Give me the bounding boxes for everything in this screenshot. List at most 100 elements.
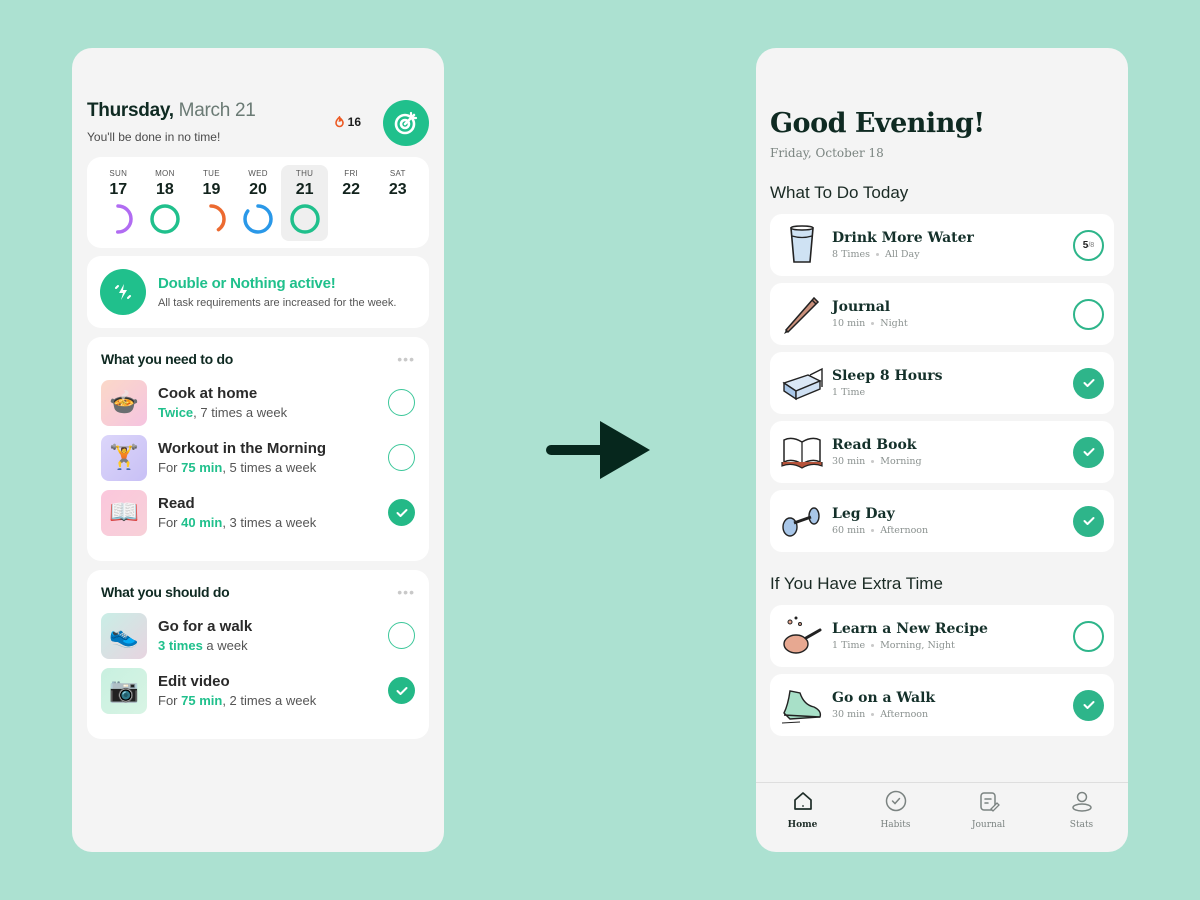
task-checkbox[interactable] [388, 622, 415, 649]
goals-button[interactable] [383, 100, 429, 146]
day-sat[interactable]: SAT 23 [374, 165, 421, 241]
sneaker-icon: 👟 [101, 612, 147, 659]
more-options-icon[interactable]: ••• [397, 351, 415, 367]
day-fri[interactable]: FRI 22 [328, 165, 375, 241]
task-item[interactable]: 🏋️ Workout in the Morning For 75 min, 5 … [101, 430, 415, 485]
streak-badge: 16 [334, 115, 361, 129]
left-app-screen: Thursday, March 21 You'll be done in no … [72, 48, 444, 852]
habit-meta: 30 min [832, 709, 866, 720]
habit-meta: Afternoon [880, 525, 929, 536]
today-section-heading: What To Do Today [770, 183, 909, 202]
task-checkbox[interactable] [388, 389, 415, 416]
count-total: /8 [1088, 241, 1095, 249]
camera-icon: 📷 [101, 667, 147, 714]
habit-meta-row: 1 Time [832, 387, 1073, 398]
task-item[interactable]: 🍲 Cook at home Twice, 7 times a week [101, 375, 415, 430]
day-sun[interactable]: SUN 17 [95, 165, 142, 241]
habit-meta: 10 min [832, 318, 866, 329]
task-name: Cook at home [158, 385, 258, 402]
freq-highlight: 75 min [181, 693, 223, 708]
date: Friday, October 18 [770, 146, 884, 160]
day-number: 21 [295, 181, 314, 198]
freq-suffix: , 3 times a week [222, 515, 317, 530]
flame-icon [334, 116, 344, 128]
header: Thursday, March 21 You'll be done in no … [87, 100, 429, 146]
date: March 21 [178, 100, 256, 121]
section-heading: What you should do [101, 584, 230, 600]
habit-name: Journal [832, 299, 891, 315]
checkmark-icon [1083, 448, 1094, 456]
habit-counter[interactable]: 5/8 [1073, 229, 1104, 261]
day-tue[interactable]: TUE 19 [188, 165, 235, 241]
habit-meta: All Day [884, 249, 920, 260]
task-checkbox[interactable] [388, 444, 415, 471]
day-progress-ring [289, 204, 320, 234]
weekday: Thursday, [87, 100, 174, 121]
habit-meta: Morning, Night [880, 640, 955, 651]
extra-section-heading: If You Have Extra Time [770, 574, 943, 593]
habit-card[interactable]: Learn a New Recipe 1 Time Morning, Night [770, 605, 1114, 667]
task-checkbox-checked[interactable] [388, 499, 415, 526]
task-checkbox-checked[interactable] [388, 677, 415, 704]
pencil-icon [780, 292, 824, 336]
freq-prefix: For [158, 693, 182, 708]
habit-card[interactable]: Drink More Water 8 Times All Day 5/8 [770, 214, 1114, 276]
day-number: 23 [388, 181, 407, 198]
tab-stats[interactable]: Stats [1035, 783, 1128, 852]
task-item[interactable]: 📷 Edit video For 75 min, 2 times a week [101, 663, 415, 718]
cooking-pot-icon: 🍲 [101, 379, 147, 426]
meta-separator [871, 529, 875, 532]
freq-suffix: , 5 times a week [222, 460, 317, 475]
user-icon [1071, 790, 1093, 817]
lightning-badge [100, 269, 146, 315]
habit-card[interactable]: Go on a Walk 30 min Afternoon [770, 674, 1114, 736]
day-mon[interactable]: MON 18 [142, 165, 189, 241]
task-name: Go for a walk [158, 618, 253, 635]
habit-card[interactable]: Sleep 8 Hours 1 Time [770, 352, 1114, 414]
water-glass-icon [780, 223, 824, 267]
habit-meta: 1 Time [832, 387, 866, 398]
day-thu[interactable]: THU 21 [281, 165, 328, 241]
habit-meta-row: 30 min Morning [832, 456, 1073, 467]
double-or-nothing-banner[interactable]: Double or Nothing active! All task requi… [87, 256, 429, 328]
habit-meta: 60 min [832, 525, 866, 536]
task-item[interactable]: 👟 Go for a walk 3 times a week [101, 608, 415, 663]
checkmark-icon [1083, 517, 1094, 525]
day-wed[interactable]: WED 20 [235, 165, 282, 241]
day-name: SAT [389, 169, 406, 178]
frying-pan-icon [780, 614, 824, 658]
tab-label: Habits [880, 820, 911, 830]
habit-card[interactable]: Journal 10 min Night [770, 283, 1114, 345]
tab-label: Journal [971, 820, 1006, 830]
habit-checkbox-checked[interactable] [1073, 505, 1104, 537]
meta-separator [871, 644, 875, 647]
tab-journal[interactable]: Journal [942, 783, 1035, 852]
check-circle-icon [885, 790, 907, 817]
habit-checkbox-checked[interactable] [1073, 367, 1104, 399]
tab-habits[interactable]: Habits [849, 783, 942, 852]
banner-text: All task requirements are increased for … [158, 297, 397, 309]
journal-icon [978, 790, 1000, 817]
habit-name: Go on a Walk [832, 690, 936, 706]
tab-home[interactable]: Home [756, 783, 849, 852]
task-name: Workout in the Morning [158, 440, 327, 457]
habit-meta: Night [880, 318, 908, 329]
habit-checkbox[interactable] [1073, 298, 1104, 330]
section-heading: What you need to do [101, 351, 233, 367]
week-calendar: SUN 17 MON 18 TUE 19 WED 20 THU 21 FRI 2… [87, 157, 429, 248]
habit-checkbox[interactable] [1073, 620, 1104, 652]
more-options-icon[interactable]: ••• [397, 584, 415, 600]
day-name: TUE [202, 169, 220, 178]
habit-card[interactable]: Read Book 30 min Morning [770, 421, 1114, 483]
habit-name: Sleep 8 Hours [832, 368, 943, 384]
meta-separator [871, 460, 875, 463]
day-name: THU [295, 169, 314, 178]
task-item[interactable]: 📖 Read For 40 min, 3 times a week [101, 485, 415, 540]
habit-meta-row: 30 min Afternoon [832, 709, 1073, 720]
shoe-icon [780, 683, 824, 727]
habit-checkbox-checked[interactable] [1073, 436, 1104, 468]
habit-meta-row: 8 Times All Day [832, 249, 1073, 260]
habit-card[interactable]: Leg Day 60 min Afternoon [770, 490, 1114, 552]
habit-checkbox-checked[interactable] [1073, 689, 1104, 721]
freq-highlight: 75 min [181, 460, 223, 475]
